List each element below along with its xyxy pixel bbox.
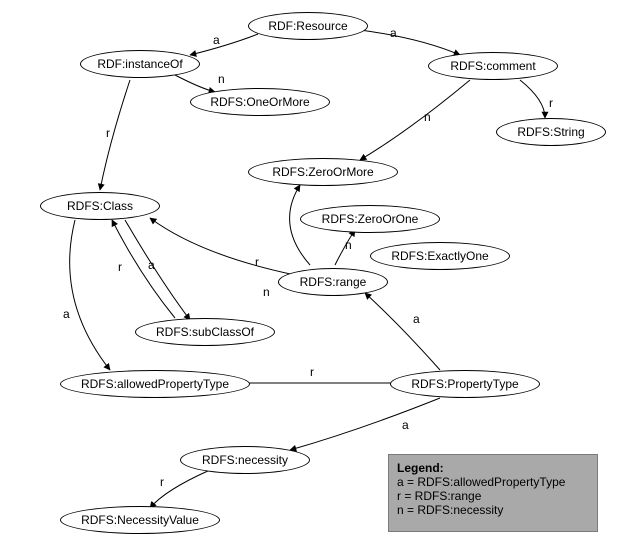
node-rdfs-propertytype: RDFS:PropertyType [390,370,540,398]
node-rdfs-comment: RDFS:comment [428,52,558,80]
legend-title: Legend: [397,461,589,475]
edge-label-a: a [402,418,409,432]
edge-label-a: a [413,312,420,326]
edge-label-n: n [345,238,352,252]
node-rdfs-zeroormore: RDFS:ZeroOrMore [248,158,398,186]
edge-label-r: r [160,475,164,489]
node-label: RDF:Resource [268,19,347,33]
legend-row-a: a = RDFS:allowedPropertyType [397,475,589,489]
edge-label-n: n [218,72,225,86]
legend-row-n: n = RDFS:necessity [397,503,589,517]
node-rdfs-allowedpropertytype: RDFS:allowedPropertyType [60,370,250,398]
node-label: RDFS:NecessityValue [81,513,199,527]
node-label: RDF:instanceOf [97,57,182,71]
edge-label-a: a [390,26,397,40]
edge-label-a: a [63,307,70,321]
node-label: RDFS:range [300,275,367,289]
node-rdfs-class: RDFS:Class [40,192,160,220]
node-label: RDFS:OneOrMore [210,95,309,109]
edge-label-r: r [310,365,314,379]
legend-box: Legend: a = RDFS:allowedPropertyType r =… [388,454,598,532]
node-label: RDFS:ExactlyOne [391,249,488,263]
edge-label-n: n [424,110,431,124]
node-rdfs-exactlyone: RDFS:ExactlyOne [370,242,510,270]
edge-label-a: a [213,33,220,47]
edge-label-r: r [118,260,122,274]
node-rdfs-range: RDFS:range [278,268,388,296]
edge-label-r: r [549,96,553,110]
edge-label-r: r [255,255,259,269]
node-rdfs-string: RDFS:String [496,118,606,146]
node-label: RDFS:PropertyType [411,377,518,391]
node-rdfs-necessity: RDFS:necessity [180,446,310,474]
legend-row-r: r = RDFS:range [397,489,589,503]
node-label: RDFS:String [517,125,584,139]
edge-label-r: r [106,126,110,140]
node-label: RDFS:allowedPropertyType [81,377,229,391]
node-label: RDFS:ZeroOrMore [272,165,373,179]
node-rdfs-subclassof: RDFS:subClassOf [135,318,275,346]
edge-label-a: a [148,258,155,272]
node-rdfs-oneormore: RDFS:OneOrMore [190,88,330,116]
node-rdfs-necessityvalue: RDFS:NecessityValue [60,506,220,534]
node-rdf-instanceof: RDF:instanceOf [80,50,200,78]
node-rdfs-zeroorone: RDFS:ZeroOrOne [300,205,440,233]
node-label: RDFS:comment [450,59,535,73]
diagram-canvas: a a n r n r a r a r n n a r a r RDF:Reso… [0,0,624,555]
node-label: RDFS:subClassOf [156,325,254,339]
edge-label-n: n [263,285,270,299]
node-label: RDFS:ZeroOrOne [322,212,419,226]
node-label: RDFS:Class [67,199,133,213]
node-label: RDFS:necessity [202,453,288,467]
node-rdf-resource: RDF:Resource [248,12,368,40]
